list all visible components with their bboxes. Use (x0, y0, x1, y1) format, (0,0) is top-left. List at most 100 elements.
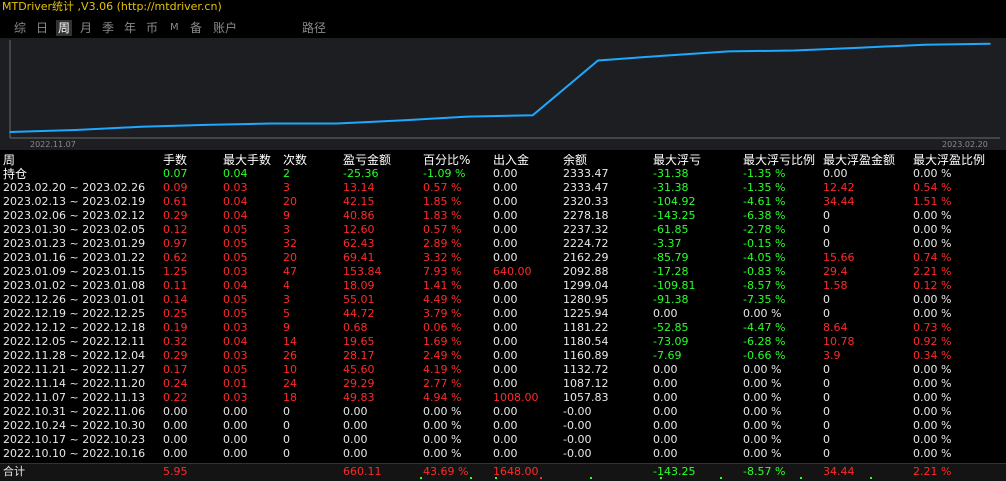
table-row[interactable]: 2023.02.13 ~ 2023.02.19 0.61 0.04 20 42.15 1.… (0, 195, 1006, 209)
table-cell: 0.04 (223, 279, 248, 292)
tab-currency[interactable]: 币 (146, 20, 158, 36)
column-header[interactable]: 最大浮盈比例 (910, 154, 1006, 167)
week-range-cell: 2022.12.05 ~ 2022.12.11 (3, 335, 146, 348)
balance-point (74, 129, 77, 131)
table-cell: 0.01 (223, 377, 248, 390)
table-row[interactable]: 2023.01.23 ~ 2023.01.29 0.97 0.05 32 62.43 2.… (0, 237, 1006, 251)
column-header[interactable]: 最大浮亏 (650, 154, 740, 167)
open-positions-label: 持仓 (3, 167, 28, 181)
table-cell: -73.09 (653, 335, 689, 348)
chart-start-label: 2022.11.07 (30, 140, 76, 149)
column-header[interactable]: 最大浮亏比例 (740, 154, 820, 167)
table-row[interactable]: 2022.10.31 ~ 2022.11.06 0.00 0.00 0 0.00 0.00… (0, 405, 1006, 419)
balance-point (793, 49, 795, 52)
week-range-cell: 2022.12.26 ~ 2023.01.01 (3, 293, 146, 306)
week-range-cell: 2022.12.12 ~ 2022.12.18 (3, 321, 146, 334)
table-cell: 3 (283, 181, 290, 194)
table-cell: 0.00 % (743, 447, 782, 460)
week-range-cell: 2023.01.09 ~ 2023.01.15 (3, 265, 146, 278)
table-cell: 0.00 (493, 377, 518, 390)
table-row[interactable]: 2022.11.14 ~ 2022.11.20 0.24 0.01 24 29.29 2.… (0, 377, 1006, 391)
column-header[interactable]: 最大手数 (220, 154, 280, 167)
table-cell: 0.00 (493, 293, 518, 306)
table-row[interactable]: 2022.12.12 ~ 2022.12.18 0.19 0.03 9 0.68 0.06… (0, 321, 1006, 335)
tab-path[interactable]: 路径 (302, 20, 326, 36)
table-cell: 0.00 (163, 405, 188, 418)
table-cell: 0.05 (223, 223, 248, 236)
tab-year[interactable]: 年 (124, 20, 136, 36)
tab-day[interactable]: 日 (36, 20, 48, 36)
table-row[interactable]: 2022.11.28 ~ 2022.12.04 0.29 0.03 26 28.17 2.… (0, 349, 1006, 363)
table-cell: 0.00 (163, 433, 188, 446)
table-row[interactable]: 2022.12.05 ~ 2022.12.11 0.32 0.04 14 19.65 1.… (0, 335, 1006, 349)
balance-point (531, 114, 534, 117)
table-cell: 0.54 % (913, 181, 952, 194)
table-row[interactable]: 2023.02.20 ~ 2023.02.26 0.09 0.03 3 13.14 0.5… (0, 181, 1006, 195)
table-cell: 0.00 (163, 447, 188, 460)
column-header[interactable]: 周 (0, 154, 160, 167)
table-row[interactable]: 2022.11.07 ~ 2022.11.13 0.22 0.03 18 49.83 4.… (0, 391, 1006, 405)
column-header[interactable]: 手数 (160, 154, 220, 167)
table-cell: 0 (823, 405, 830, 418)
table-cell: 0.12 % (913, 279, 952, 292)
tab-week[interactable]: 周 (56, 20, 73, 36)
table-cell: 0.00 % (743, 405, 782, 418)
week-range-cell: 2022.11.21 ~ 2022.11.27 (3, 363, 146, 376)
table-cell: 0.00 % (913, 447, 952, 460)
balance-line (9, 42, 991, 133)
table-row[interactable]: 2022.10.24 ~ 2022.10.30 0.00 0.00 0 0.00 0.00… (0, 419, 1006, 433)
tab-note[interactable]: 备 (190, 20, 202, 36)
table-row[interactable]: 2023.01.16 ~ 2023.01.22 0.62 0.05 20 69.41 3.… (0, 251, 1006, 265)
table-cell: 0.73 % (913, 321, 952, 334)
table-row[interactable]: 2023.01.30 ~ 2023.02.05 0.12 0.05 3 12.60 0.5… (0, 223, 1006, 237)
table-cell: 0.05 (223, 251, 248, 264)
week-range-cell: 2022.10.24 ~ 2022.10.30 (3, 419, 146, 432)
table-row[interactable]: 2023.02.06 ~ 2023.02.12 0.29 0.04 9 40.86 1.8… (0, 209, 1006, 223)
tab-month[interactable]: 月 (80, 20, 92, 36)
table-row[interactable]: 2023.01.02 ~ 2023.01.08 0.11 0.04 4 18.09 1.4… (0, 279, 1006, 293)
table-cell: 1.85 % (423, 195, 462, 208)
table-cell: 0 (823, 209, 830, 222)
table-row[interactable]: 2023.01.09 ~ 2023.01.15 1.25 0.03 47 153.84 7… (0, 265, 1006, 279)
balance-point (270, 122, 273, 125)
table-cell: 0 (283, 419, 290, 432)
table-cell: 4 (283, 279, 290, 292)
table-cell: 0 (823, 293, 830, 306)
table-row[interactable]: 2022.10.17 ~ 2022.10.23 0.00 0.00 0 0.00 0.00… (0, 433, 1006, 447)
table-cell: 0.03 (223, 349, 248, 362)
table-row[interactable]: 2022.12.26 ~ 2023.01.01 0.14 0.05 3 55.01 4.4… (0, 293, 1006, 307)
table-row[interactable]: 2022.12.19 ~ 2022.12.25 0.25 0.05 5 44.72 3.7… (0, 307, 1006, 321)
table-cell: -143.25 (653, 209, 696, 222)
table-cell: -0.00 (563, 419, 592, 432)
column-header[interactable]: 最大浮盈金额 (820, 154, 910, 167)
table-cell: 0.04 (223, 209, 248, 222)
table-cell: 0.92 % (913, 335, 952, 348)
table-cell: 0.00 % (743, 363, 782, 376)
tab-overview[interactable]: 综 (14, 20, 26, 36)
table-cell: 28.17 (343, 349, 375, 362)
scroll-marker-strip (420, 477, 872, 479)
column-header[interactable]: 百分比% (420, 154, 490, 167)
table-cell: 0.11 (163, 279, 188, 292)
table-cell: 0.00 (493, 363, 518, 376)
column-header[interactable]: 余额 (560, 154, 650, 167)
tab-quarter[interactable]: 季 (102, 20, 114, 36)
table-cell: -31.38 (653, 167, 689, 180)
column-header[interactable]: 次数 (280, 154, 340, 167)
balance-point (858, 46, 861, 49)
table-cell: 3 (283, 293, 290, 306)
table-cell: 0 (823, 391, 830, 404)
week-range-cell: 2022.11.28 ~ 2022.12.04 (3, 349, 146, 362)
column-header[interactable]: 盈亏金额 (340, 154, 420, 167)
table-cell: 0.00 % (423, 405, 462, 418)
table-cell: -1.35 % (743, 181, 786, 194)
table-cell: 1.83 % (423, 209, 462, 222)
table-cell: -25.36 (343, 167, 379, 180)
table-row[interactable]: 2022.10.10 ~ 2022.10.16 0.00 0.00 0 0.00 0.00… (0, 447, 1006, 461)
tab-magic[interactable]: M (170, 20, 179, 36)
column-header[interactable]: 出入金 (490, 154, 560, 167)
table-cell: 0.00 (653, 363, 678, 376)
table-row[interactable]: 2022.11.21 ~ 2022.11.27 0.17 0.05 10 45.60 4.… (0, 363, 1006, 377)
tab-account[interactable]: 账户 (213, 20, 237, 36)
table-cell: -8.57 % (743, 279, 786, 292)
